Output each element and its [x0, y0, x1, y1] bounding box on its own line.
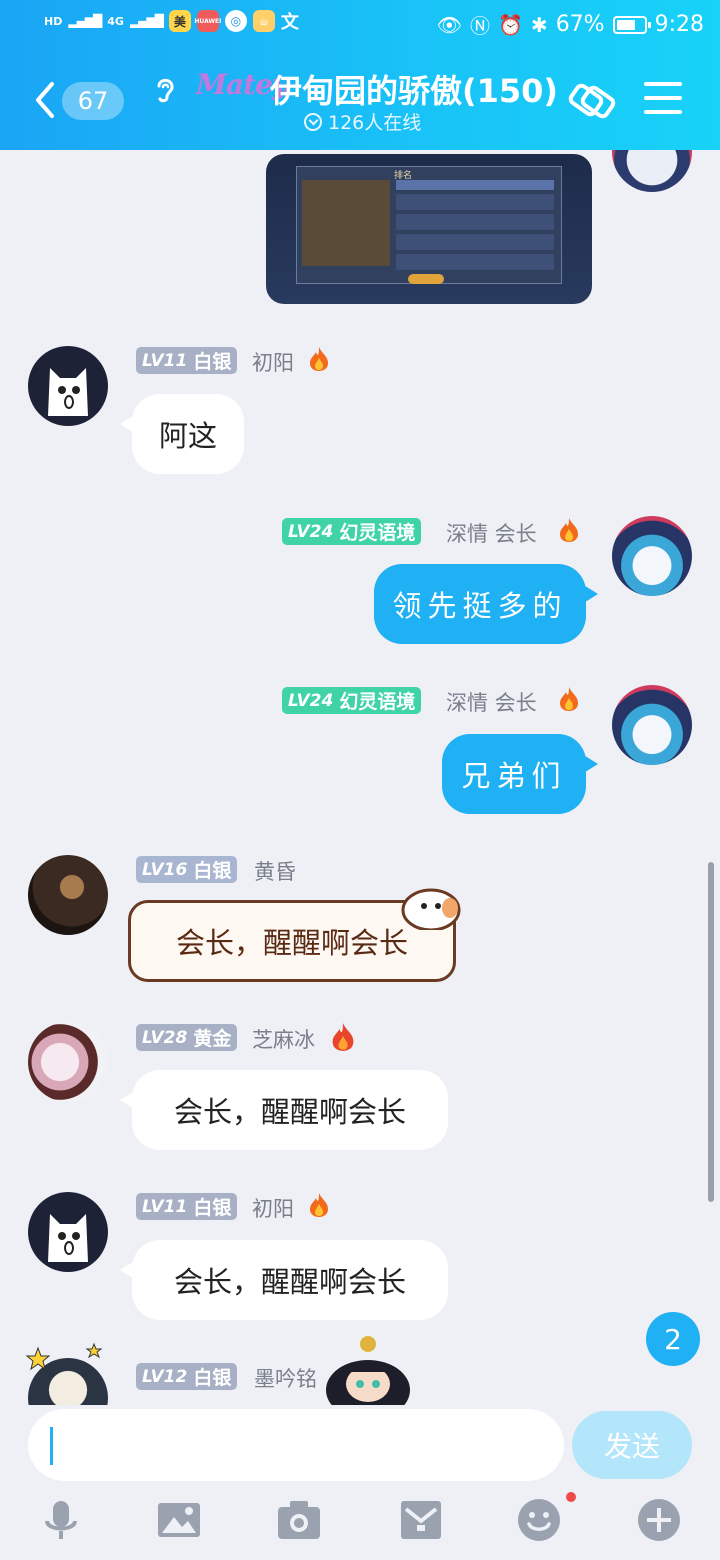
flame-icon [310, 347, 328, 371]
level-badge: LV16 白银 [136, 856, 238, 883]
signal-icon: ▂▄▆█ [68, 14, 102, 28]
alarm-icon: ⏰ [498, 12, 523, 37]
meituan-app-icon: 美 [168, 10, 191, 32]
online-count[interactable]: 126人在线 [304, 108, 421, 135]
avatar[interactable] [28, 346, 108, 426]
network-type-2: 4G [107, 14, 124, 28]
character-sticker-icon [326, 1336, 410, 1405]
sender-name[interactable]: 黄昏 [254, 856, 296, 886]
text-caret [50, 1427, 53, 1465]
avatar[interactable] [612, 685, 692, 765]
image-message[interactable]: 排名 [266, 154, 592, 304]
camera-icon[interactable] [276, 1497, 322, 1543]
clock: 9:28 [654, 12, 704, 37]
flame-icon [310, 1193, 328, 1217]
nfc-icon: Ⓝ [470, 14, 491, 38]
signal-icon-2: ▂▄▆█ [129, 14, 164, 28]
message-input[interactable] [28, 1409, 564, 1481]
eye-icon: 👁 [436, 12, 463, 37]
bluetooth-icon: ✱ [530, 12, 548, 37]
back-button[interactable] [30, 80, 60, 120]
avatar[interactable] [28, 1022, 108, 1102]
message-bubble[interactable]: 会长，醒醒啊会长 [120, 1070, 448, 1150]
chat-header: HD ▂▄▆█ 4G ▂▄▆█ 美 HUAWEI ◎ ☕ 文 👁 Ⓝ ⏰ ✱ 6… [0, 0, 720, 150]
message-bubble[interactable]: 阿这 [120, 394, 244, 474]
sender-name[interactable]: 深情 会长 [446, 687, 537, 717]
notification-dot [566, 1492, 576, 1502]
sender-name[interactable]: 初阳 [252, 347, 294, 377]
input-bar: 发送 [0, 1405, 720, 1560]
avatar[interactable] [612, 516, 692, 596]
scrollbar[interactable] [708, 862, 714, 1202]
text-app-icon: 文 [280, 12, 299, 33]
sender-name[interactable]: 墨吟铭 [254, 1363, 317, 1393]
plus-icon[interactable] [636, 1497, 682, 1543]
level-badge: LV28 黄金 [136, 1024, 238, 1051]
level-badge: LV24 幻灵语境 [282, 687, 422, 714]
online-chevron-icon [304, 112, 322, 131]
emoji-icon[interactable] [516, 1497, 562, 1543]
level-badge: LV11 白银 [136, 1193, 238, 1220]
menu-icon[interactable] [644, 82, 682, 116]
level-badge: LV11 白银 [136, 347, 238, 374]
group-title[interactable]: 伊甸园的骄傲(150) [270, 66, 558, 112]
battery-icon [612, 15, 651, 34]
avatar[interactable] [28, 1192, 108, 1272]
message-bubble[interactable]: 兄弟们 [442, 734, 598, 814]
online-count-text: 126人在线 [328, 112, 422, 134]
hamster-sticker-icon [401, 888, 461, 930]
image-icon[interactable] [156, 1497, 202, 1543]
sender-name[interactable]: 初阳 [252, 1193, 294, 1223]
status-bar: HD ▂▄▆█ 4G ▂▄▆█ 美 HUAWEI ◎ ☕ 文 👁 Ⓝ ⏰ ✱ 6… [0, 0, 720, 50]
new-message-count-badge[interactable]: 2 [646, 1312, 700, 1366]
level-badge: LV24 幻灵语境 [282, 518, 422, 545]
avatar[interactable] [28, 855, 108, 935]
share-icon[interactable] [566, 76, 618, 126]
flame-icon [560, 687, 578, 711]
avatar[interactable] [612, 150, 692, 192]
compass-app-icon: ◎ [224, 10, 247, 32]
message-bubble[interactable]: 会长，醒醒啊会长 [120, 1240, 448, 1320]
level-badge: LV12 白银 [136, 1363, 238, 1390]
flame-icon [332, 1023, 354, 1051]
back-icon [36, 82, 54, 118]
sender-name[interactable]: 芝麻冰 [252, 1024, 315, 1054]
sender-name[interactable]: 深情 会长 [446, 518, 537, 548]
ear-icon[interactable] [150, 74, 180, 104]
chat-area[interactable]: 排名 LV11 白银 初阳 阿这 LV24 幻灵语境 深情 会长 领先挺多的 LV2… [0, 150, 720, 1405]
battery-percent: 67% [555, 12, 605, 37]
gift-icon[interactable] [398, 1497, 444, 1543]
mic-icon[interactable] [38, 1497, 84, 1543]
flame-icon [560, 518, 578, 542]
unread-count-badge[interactable]: 67 [62, 82, 124, 120]
network-indicator: HD [44, 14, 63, 28]
star-decoration-icon [25, 1342, 103, 1371]
message-bubble[interactable]: 领先挺多的 [374, 564, 598, 644]
send-button[interactable]: 发送 [572, 1411, 692, 1479]
huawei-app-icon: HUAWEI [194, 10, 221, 32]
cup-app-icon: ☕ [252, 10, 275, 32]
